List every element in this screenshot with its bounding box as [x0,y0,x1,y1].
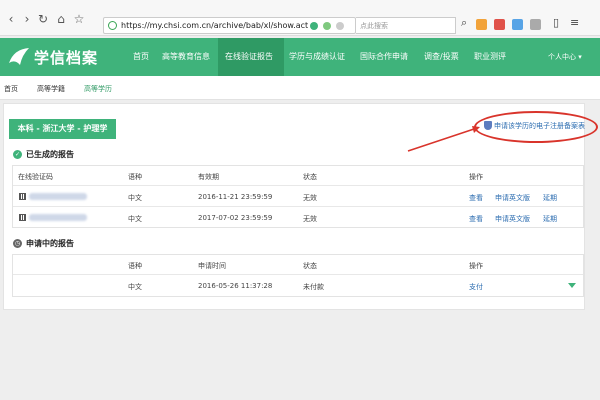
extend-link[interactable]: 延期 [543,214,557,224]
app-grid-icon[interactable] [476,19,487,30]
apply-english-link[interactable]: 申请英文版 [495,214,530,224]
menu-online-verification-active[interactable]: 在线验证报告 [225,51,273,62]
browser-toolbar: ‹ › ↻ ⌂ ☆ https://my.chsi.com.cn/archive… [0,0,600,36]
pending-reports-table: 语种 申请时间 状态 操作 中文 2016-05-26 11:37:28 未付款… [12,254,584,297]
extension-icon[interactable] [310,22,318,30]
home-icon[interactable]: ⌂ [54,12,68,26]
header-actions: 操作 [469,173,483,181]
menu-survey-vote[interactable]: 调查/投票 [424,51,459,62]
generated-table-header: 在线验证码 语种 有效期 状态 操作 [13,166,583,186]
expand-caret-icon[interactable] [568,283,576,288]
menu-icon[interactable]: ≡ [570,16,579,30]
check-circle-icon: ✓ [13,150,22,159]
header-status: 状态 [303,173,317,181]
extend-link[interactable]: 延期 [543,193,557,203]
view-link[interactable]: 查看 [469,193,483,203]
user-profile-icon[interactable] [530,19,541,30]
page-background [0,312,600,400]
row-status: 未付款 [303,283,324,291]
header-language: 语种 [128,173,142,181]
qr-code-icon [19,214,26,221]
secure-icon [108,21,117,30]
site-logo-text[interactable]: 学信档案 [34,47,98,68]
row-expiry: 2016-11-21 23:59:59 [198,193,273,201]
sub-nav-degree[interactable]: 高等学历 [84,84,112,94]
search-placeholder: 点此搜索 [360,22,388,30]
row-language: 中文 [128,215,142,223]
mail-icon[interactable] [494,19,505,30]
menu-international-cooperation[interactable]: 国际合作申请 [360,51,408,62]
pending-table-header: 语种 申请时间 状态 操作 [13,255,583,275]
forward-icon[interactable]: › [20,12,34,26]
apply-english-link[interactable]: 申请英文版 [495,193,530,203]
row-status: 无效 [303,194,317,202]
verify-code-redacted [29,193,87,200]
header-verify-code: 在线验证码 [18,173,53,181]
generated-reports-title: 已生成的报告 [26,150,74,159]
header-status: 状态 [303,262,317,270]
logo-icon [9,48,29,65]
menu-home[interactable]: 首页 [133,51,149,62]
device-icon[interactable]: ▯ [553,16,559,30]
view-link[interactable]: 查看 [469,214,483,224]
header-apply-time: 申请时间 [198,262,226,270]
refresh-icon[interactable]: ↻ [36,12,50,26]
header-actions: 操作 [469,262,483,270]
qr-code-icon [19,193,26,200]
annotation-ellipse [474,111,598,143]
row-status: 无效 [303,215,317,223]
address-bar[interactable]: https://my.chsi.com.cn/archive/bab/xl/sh… [103,17,356,34]
bookmark-star-icon[interactable]: ☆ [72,12,86,26]
search-icon[interactable]: ⌕ [461,16,467,30]
extension-box-icon[interactable] [512,19,523,30]
row-apply-time: 2016-05-26 11:37:28 [198,282,273,290]
dropdown-icon[interactable] [336,22,344,30]
generated-reports-table: 在线验证码 语种 有效期 状态 操作 中文 2016-11-21 23:59:5… [12,165,584,228]
header-expiry: 有效期 [198,173,219,181]
address-url: https://my.chsi.com.cn/archive/bab/xl/sh… [121,21,309,30]
header-language: 语种 [128,262,142,270]
site-header: 学信档案 首页 高等教育信息 在线验证报告 学历与成绩认证 国际合作申请 调查/… [0,38,600,76]
table-row: 中文 2016-05-26 11:37:28 未付款 支付 [13,275,583,296]
row-language: 中文 [128,194,142,202]
menu-career-assessment[interactable]: 职业测评 [474,51,506,62]
back-icon[interactable]: ‹ [4,12,18,26]
pay-link[interactable]: 支付 [469,282,483,292]
row-expiry: 2017-07-02 23:59:59 [198,214,273,222]
user-center-menu[interactable]: 个人中心 ▾ [548,52,582,62]
sub-nav-enrollment[interactable]: 高等学籍 [37,84,65,94]
table-row: 中文 2017-07-02 23:59:59 无效 查看 申请英文版 延期 [13,207,583,228]
clock-icon: ◷ [13,239,22,248]
menu-higher-education[interactable]: 高等教育信息 [162,51,210,62]
pending-reports-title: 申请中的报告 [26,239,74,248]
lightning-icon[interactable] [323,22,331,30]
sub-nav-home[interactable]: 首页 [4,84,18,94]
search-input[interactable]: 点此搜索 [356,17,456,34]
school-tag: 本科 - 浙江大学 - 护理学 [9,119,116,139]
table-row: 中文 2016-11-21 23:59:59 无效 查看 申请英文版 延期 [13,186,583,207]
sub-navigation: 首页 高等学籍 高等学历 [0,76,600,100]
verify-code-redacted [29,214,87,221]
row-language: 中文 [128,283,142,291]
menu-degree-certification[interactable]: 学历与成绩认证 [289,51,345,62]
